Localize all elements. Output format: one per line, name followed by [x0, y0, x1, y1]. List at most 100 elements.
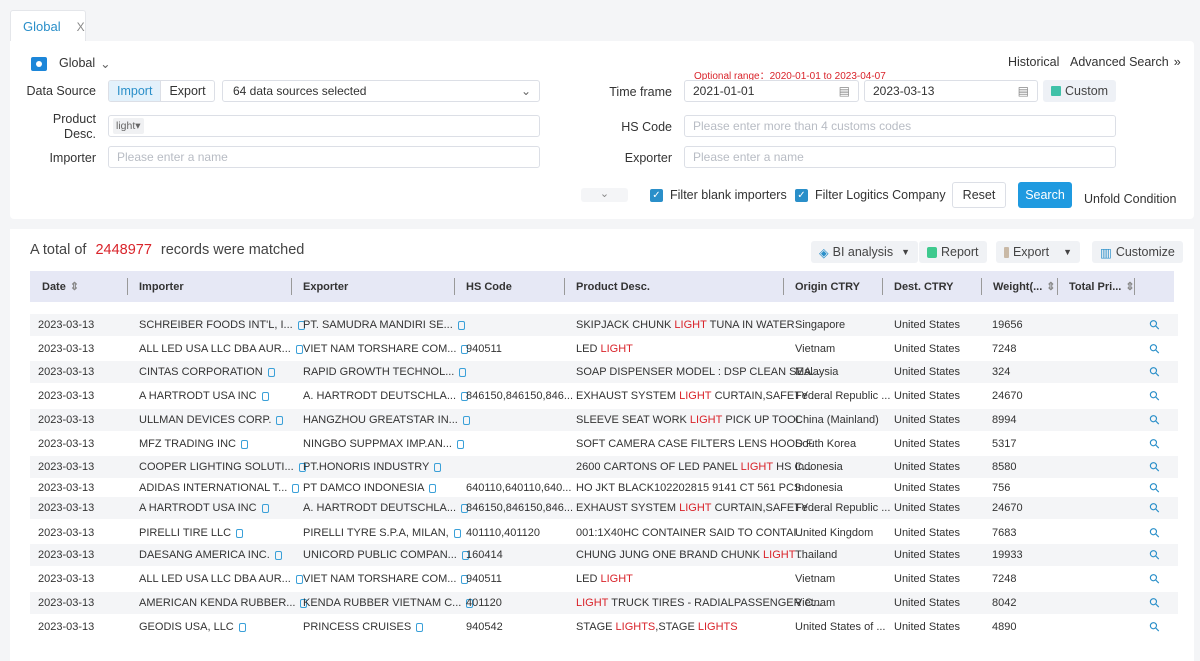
importer-cell[interactable]: ALL LED USA LLC DBA AUR...: [139, 568, 303, 590]
copy-icon[interactable]: [236, 528, 244, 538]
copy-icon[interactable]: [462, 415, 470, 425]
sort-icon[interactable]: ⇕: [70, 280, 79, 293]
table-row[interactable]: 2023-03-13 SCHREIBER FOODS INT'L, I... PT.…: [30, 314, 1178, 336]
search-detail-icon[interactable]: ⚲: [1144, 314, 1166, 336]
sort-icon[interactable]: ⇕: [1046, 280, 1055, 293]
search-detail-icon[interactable]: ⚲: [1144, 477, 1166, 499]
search-detail-icon[interactable]: ⚲: [1144, 385, 1166, 407]
search-detail-icon[interactable]: ⚲: [1144, 497, 1166, 519]
column-header[interactable]: Dest. CTRY: [888, 271, 954, 302]
copy-icon[interactable]: [429, 483, 437, 493]
collapse-chevron-icon[interactable]: ⌄: [581, 188, 628, 202]
unfold-condition-link[interactable]: Unfold Condition: [1084, 192, 1176, 206]
exporter-cell[interactable]: A. HARTRODT DEUTSCHLA...: [303, 385, 469, 407]
exporter-cell[interactable]: KENDA RUBBER VIETNAM C...: [303, 592, 474, 614]
filter-logistics-checkbox[interactable]: ✓ Filter Logitics Company: [795, 188, 946, 202]
copy-icon[interactable]: [274, 550, 282, 560]
search-button[interactable]: Search: [1018, 182, 1072, 208]
table-row[interactable]: 2023-03-13 DAESANG AMERICA INC. UNICORD PU…: [30, 544, 1178, 566]
search-detail-icon[interactable]: ⚲: [1144, 456, 1166, 478]
product-tag[interactable]: light▾: [113, 118, 144, 134]
exporter-cell[interactable]: PRINCESS CRUISES: [303, 616, 424, 638]
importer-cell[interactable]: CINTAS CORPORATION: [139, 361, 275, 383]
exporter-cell[interactable]: HANGZHOU GREATSTAR IN...: [303, 409, 470, 431]
copy-icon[interactable]: [292, 483, 300, 493]
data-sources-select[interactable]: 64 data sources selected ⌄: [222, 80, 540, 102]
exporter-cell[interactable]: NINGBO SUPPMAX IMP.AN...: [303, 433, 464, 455]
search-detail-icon[interactable]: ⚲: [1144, 568, 1166, 590]
importer-cell[interactable]: GEODIS USA, LLC: [139, 616, 246, 638]
reset-button[interactable]: Reset: [952, 182, 1006, 208]
copy-icon[interactable]: [453, 528, 461, 538]
import-button[interactable]: Import: [109, 81, 161, 101]
copy-icon[interactable]: [456, 439, 464, 449]
table-row[interactable]: 2023-03-13 PIRELLI TIRE LLC PIRELLI TYRE S…: [30, 522, 1178, 544]
copy-icon[interactable]: [267, 367, 275, 377]
copy-icon[interactable]: [295, 344, 303, 354]
region-select[interactable]: Global ⌄: [59, 56, 111, 71]
exporter-cell[interactable]: UNICORD PUBLIC COMPAN...: [303, 544, 469, 566]
date-from-input[interactable]: 2021-01-01 ▤: [684, 80, 859, 102]
report-button[interactable]: Report: [919, 241, 987, 263]
exporter-cell[interactable]: PIRELLI TYRE S.P.A, MILAN,: [303, 522, 461, 544]
importer-cell[interactable]: AMERICAN KENDA RUBBER...: [139, 592, 308, 614]
table-row[interactable]: 2023-03-13 ALL LED USA LLC DBA AUR... VIET…: [30, 568, 1178, 590]
copy-icon[interactable]: [434, 462, 442, 472]
column-header[interactable]: Importer: [133, 271, 184, 302]
importer-cell[interactable]: ULLMAN DEVICES CORP.: [139, 409, 284, 431]
table-row[interactable]: 2023-03-13 A HARTRODT USA INC A. HARTRODT …: [30, 385, 1178, 407]
table-row[interactable]: 2023-03-13 GEODIS USA, LLC PRINCESS CRUISE…: [30, 616, 1178, 638]
search-detail-icon[interactable]: ⚲: [1144, 338, 1166, 360]
importer-cell[interactable]: MFZ TRADING INC: [139, 433, 248, 455]
copy-icon[interactable]: [240, 439, 248, 449]
copy-icon[interactable]: [276, 415, 284, 425]
exporter-cell[interactable]: A. HARTRODT DEUTSCHLA...: [303, 497, 469, 519]
importer-cell[interactable]: A HARTRODT USA INC: [139, 497, 269, 519]
product-desc-input[interactable]: light▾: [108, 115, 540, 137]
search-detail-icon[interactable]: ⚲: [1144, 409, 1166, 431]
search-detail-icon[interactable]: ⚲: [1144, 433, 1166, 455]
exporter-cell[interactable]: PT.HONORIS INDUSTRY: [303, 456, 442, 478]
copy-icon[interactable]: [261, 503, 269, 513]
table-row[interactable]: 2023-03-13 ALL LED USA LLC DBA AUR... VIET…: [30, 338, 1178, 360]
exporter-cell[interactable]: PT DAMCO INDONESIA: [303, 477, 437, 499]
exporter-cell[interactable]: RAPID GROWTH TECHNOL...: [303, 361, 467, 383]
exporter-input[interactable]: Please enter a name: [684, 146, 1116, 168]
hs-code-input[interactable]: Please enter more than 4 customs codes: [684, 115, 1116, 137]
column-header[interactable]: Product Desc.: [570, 271, 650, 302]
table-row[interactable]: 2023-03-13 AMERICAN KENDA RUBBER... KENDA …: [30, 592, 1178, 614]
search-detail-icon[interactable]: ⚲: [1144, 592, 1166, 614]
advanced-search-link[interactable]: Advanced Search »: [1070, 55, 1181, 69]
customize-button[interactable]: ▥ Customize: [1092, 241, 1183, 263]
table-row[interactable]: 2023-03-13 A HARTRODT USA INC A. HARTRODT …: [30, 497, 1178, 519]
exporter-cell[interactable]: VIET NAM TORSHARE COM...: [303, 338, 469, 360]
copy-icon[interactable]: [238, 622, 246, 632]
historical-link[interactable]: Historical: [1008, 55, 1059, 69]
importer-cell[interactable]: ALL LED USA LLC DBA AUR...: [139, 338, 303, 360]
copy-icon[interactable]: [295, 574, 303, 584]
bi-analysis-button[interactable]: ◈ BI analysis ▼: [811, 241, 918, 263]
copy-icon[interactable]: [261, 391, 269, 401]
importer-cell[interactable]: PIRELLI TIRE LLC: [139, 522, 244, 544]
column-header[interactable]: Origin CTRY: [789, 271, 860, 302]
copy-icon[interactable]: [416, 622, 424, 632]
search-detail-icon[interactable]: ⚲: [1144, 522, 1166, 544]
table-row[interactable]: 2023-03-13 CINTAS CORPORATION RAPID GROWTH…: [30, 361, 1178, 383]
search-detail-icon[interactable]: ⚲: [1144, 616, 1166, 638]
column-header[interactable]: HS Code: [460, 271, 512, 302]
importer-cell[interactable]: A HARTRODT USA INC: [139, 385, 269, 407]
importer-cell[interactable]: ADIDAS INTERNATIONAL T...: [139, 477, 300, 499]
table-row[interactable]: 2023-03-13 ULLMAN DEVICES CORP. HANGZHOU G…: [30, 409, 1178, 431]
search-detail-icon[interactable]: ⚲: [1144, 544, 1166, 566]
filter-blank-checkbox[interactable]: ✓ Filter blank importers: [650, 188, 787, 202]
search-detail-icon[interactable]: ⚲: [1144, 361, 1166, 383]
table-row[interactable]: 2023-03-13 MFZ TRADING INC NINGBO SUPPMAX …: [30, 433, 1178, 455]
exporter-cell[interactable]: PT. SAMUDRA MANDIRI SE...: [303, 314, 465, 336]
table-row[interactable]: 2023-03-13 ADIDAS INTERNATIONAL T... PT DA…: [30, 477, 1178, 499]
copy-icon[interactable]: [459, 367, 467, 377]
column-header[interactable]: Total Pri... ⇕: [1063, 271, 1135, 302]
exporter-cell[interactable]: VIET NAM TORSHARE COM...: [303, 568, 469, 590]
column-header[interactable]: Exporter: [297, 271, 348, 302]
custom-button[interactable]: Custom: [1043, 80, 1117, 102]
tab-global[interactable]: Global X: [10, 10, 86, 42]
